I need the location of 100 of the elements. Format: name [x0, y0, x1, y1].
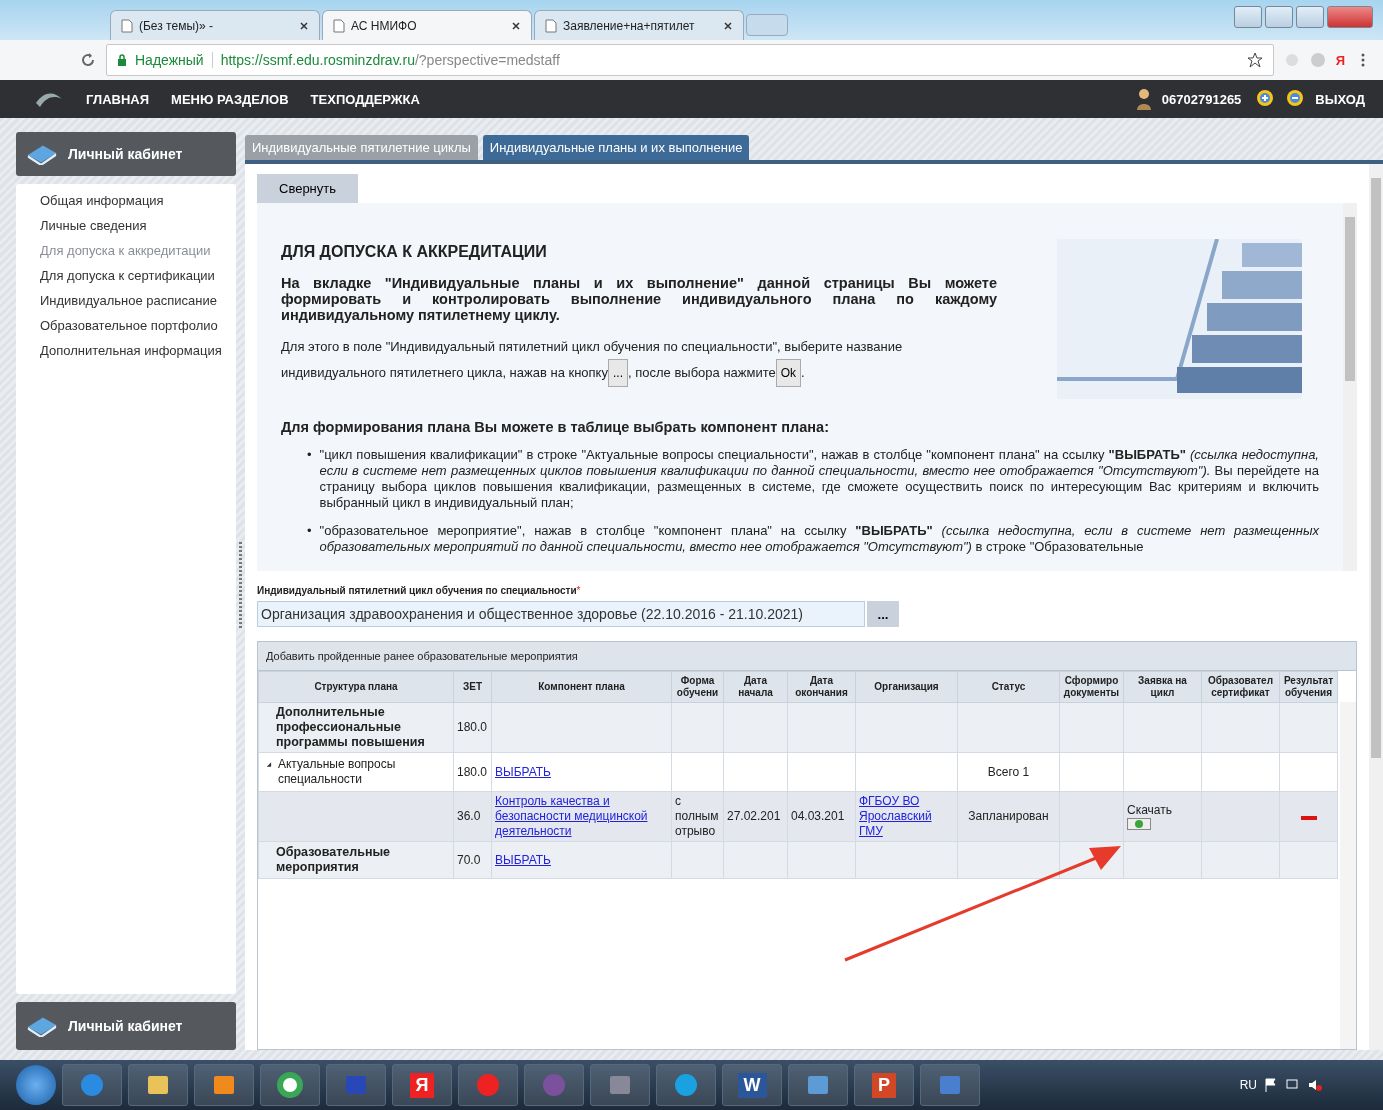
column-header: Сформиро документы [1059, 671, 1124, 703]
column-header: Структура плана [258, 671, 454, 703]
column-header: Компонент плана [491, 671, 672, 703]
field-label: Индивидуальный пятилетний цикл обучения по специальности [257, 585, 577, 596]
picker-button[interactable]: ... [867, 601, 899, 627]
column-header: Форма обучени [671, 671, 724, 703]
reload-icon[interactable] [80, 52, 96, 68]
taskbar-button[interactable]: P [854, 1064, 914, 1106]
star-icon[interactable] [1246, 52, 1263, 68]
instruction-text: . [801, 365, 805, 380]
logout-link[interactable]: ВЫХОД [1315, 91, 1365, 107]
close-button[interactable] [1327, 6, 1373, 28]
bullet-text: "цикл повышения квалификации" в строке "Актуальные вопросы специальности", нажав в столбце "компонент плана" на ссылку "ВЫБРАТЬ" (ссылка недоступна, если в системе нет размещенных циклов повышения квалификации по данной специальности, вместо нее отображается "Отсутствуют"). Вы перейдете на страницу выбора циклов повышения квалификации, размещенных в системе, где сможете осуществить поиск по интересующим Вас критериям и включить выбранный цикл в индивидуальный план; [319, 447, 1319, 511]
lead-paragraph: На вкладке "Индивидуальные планы и их выполнение" данной страницы Вы можете формировать и контролировать выполнение индивидуального плана по каждому индивидуальному пятилетнему циклу. [281, 275, 997, 323]
sidebar-item[interactable]: Дополнительная информация [40, 338, 236, 363]
table-cell: 27.02.201 [727, 809, 781, 823]
yandex-extension-button[interactable]: Я [1335, 52, 1345, 68]
taskbar-button[interactable]: Я [392, 1064, 452, 1106]
page-icon [121, 18, 133, 33]
column-header: Результат обучения [1279, 671, 1338, 703]
instruction-text: Для этого в поле "Индивидуальный пятилетний цикл обучения по специальности", выберите название [281, 338, 904, 356]
plan-structure: Актуальные вопросы специальности [277, 757, 397, 787]
browser-tab[interactable]: АС НМИФО [322, 10, 532, 40]
taskbar-button[interactable] [194, 1064, 254, 1106]
taskbar-button[interactable] [128, 1064, 188, 1106]
bullet-marker: • [307, 523, 312, 540]
column-header: ЗЕТ [453, 671, 492, 703]
splitter-handle[interactable] [236, 542, 245, 630]
browser-tab[interactable]: Заявление+на+пятилет [534, 10, 744, 40]
language-indicator[interactable]: RU [1239, 1078, 1257, 1092]
page-icon [333, 18, 345, 33]
download-button[interactable] [1127, 818, 1151, 830]
user-icon [1135, 88, 1152, 110]
column-header: Заявка на цикл [1123, 671, 1202, 703]
book-icon [26, 1015, 58, 1037]
ok-button[interactable]: Ok [775, 359, 802, 387]
subheading: Для формирования плана Вы можете в таблице выбрать компонент плана: [281, 419, 830, 435]
table-cell: с полным отрыво [675, 794, 719, 838]
instruction-text: , после выбора нажмите [628, 365, 776, 380]
scrollbar[interactable] [1343, 203, 1357, 571]
circle-icon [276, 1071, 304, 1099]
user-button[interactable] [1234, 6, 1262, 28]
taskbar-button[interactable]: W [722, 1064, 782, 1106]
nav-link[interactable]: МЕНЮ РАЗДЕЛОВ [171, 91, 289, 107]
url-text: https://ssmf.edu.rosminzdrav.ru/?perspective=medstaff [220, 52, 561, 68]
table-cell: 70.0 [457, 852, 481, 867]
sidebar-item[interactable]: Личные сведения [40, 213, 236, 238]
section-heading: ДЛЯ ДОПУСКА К АККРЕДИТАЦИИ [281, 243, 548, 261]
cycle-field[interactable]: Организация здравоохранения и общественное здоровье (22.10.2016 - 21.10.2021) [257, 601, 865, 627]
expand-toggle-icon[interactable] [266, 761, 272, 768]
dot-icon [1135, 820, 1143, 828]
column-header: Статус [957, 671, 1060, 703]
browser-tab[interactable]: (Без темы)» - [110, 10, 320, 40]
sidebar-item[interactable]: Образовательное портфолио [40, 313, 236, 338]
sidebar-item[interactable]: Индивидуальное расписание [40, 288, 236, 313]
speaker-icon[interactable] [1307, 1077, 1323, 1093]
table-cell: Запланирован [968, 809, 1049, 823]
table-cell: 180.0 [457, 764, 488, 779]
column-header: Образовател сертификат [1201, 671, 1280, 703]
sidebar-item[interactable]: Общая информация [40, 188, 236, 213]
nav-link[interactable]: ГЛАВНАЯ [86, 91, 150, 107]
start-button[interactable] [16, 1065, 56, 1105]
page-icon [545, 18, 557, 33]
download-label: Скачать [1127, 803, 1173, 818]
table-cell: 04.03.201 [791, 809, 845, 823]
close-icon[interactable] [511, 20, 521, 31]
user-id: 06702791265 [1161, 91, 1242, 107]
table-cell: Всего 1 [987, 764, 1030, 779]
collapse-button[interactable]: Свернуть [257, 174, 358, 203]
maximize-button[interactable] [1296, 6, 1324, 28]
book-icon [26, 143, 58, 165]
bullet-marker: • [307, 447, 312, 464]
sidebar-item[interactable]: Для допуска к сертификации [40, 263, 236, 288]
required-mark: * [576, 585, 581, 596]
nav-link[interactable]: ТЕХПОДДЕРЖКА [310, 91, 420, 107]
security-label: Надежный [135, 52, 204, 68]
table-cell: 180.0 [457, 720, 488, 734]
column-header: Организация [855, 671, 958, 703]
scrollbar[interactable] [1340, 702, 1356, 1049]
address-bar[interactable]: Надежный https://ssmf.edu.rosminzdrav.ru/?perspective=medstaff [106, 44, 1274, 76]
instruction-text: индивидуального пятилетнего цикла, нажав на кнопку [281, 365, 608, 380]
plan-structure: Образовательные мероприятия [275, 845, 392, 875]
plan-structure: Дополнительные профессиональные программы повышения [275, 705, 426, 750]
column-header: Дата начала [723, 671, 788, 703]
sidebar-title: Личный кабинет [68, 146, 183, 162]
table-caption: Добавить пройденные ранее образовательные мероприятия [258, 642, 1356, 671]
lock-icon [117, 54, 127, 66]
close-icon[interactable] [723, 20, 733, 31]
scrollbar[interactable] [1369, 164, 1383, 1050]
flag-icon[interactable] [1263, 1077, 1279, 1093]
circle-icon [474, 1071, 502, 1099]
close-icon[interactable] [299, 20, 309, 31]
column-header: Дата окончания [787, 671, 856, 703]
sidebar-title: Личный кабинет [68, 1018, 183, 1034]
picker-button[interactable]: ... [607, 359, 628, 387]
minimize-button[interactable] [1265, 6, 1293, 28]
bullet-text: "образовательное мероприятие", нажав в столбце "компонент плана" на ссылку "ВЫБРАТЬ" (ссылка недоступна, если в системе нет размещенных образовательных мероприятий по данной специальности, вместо нее отображается "Отсутствуют") в строке "Образовательные [319, 523, 1319, 555]
tab[interactable]: Индивидуальные планы и их выполнение [482, 135, 750, 160]
table-cell: 36.0 [457, 809, 481, 823]
taskbar-button[interactable] [260, 1064, 320, 1106]
